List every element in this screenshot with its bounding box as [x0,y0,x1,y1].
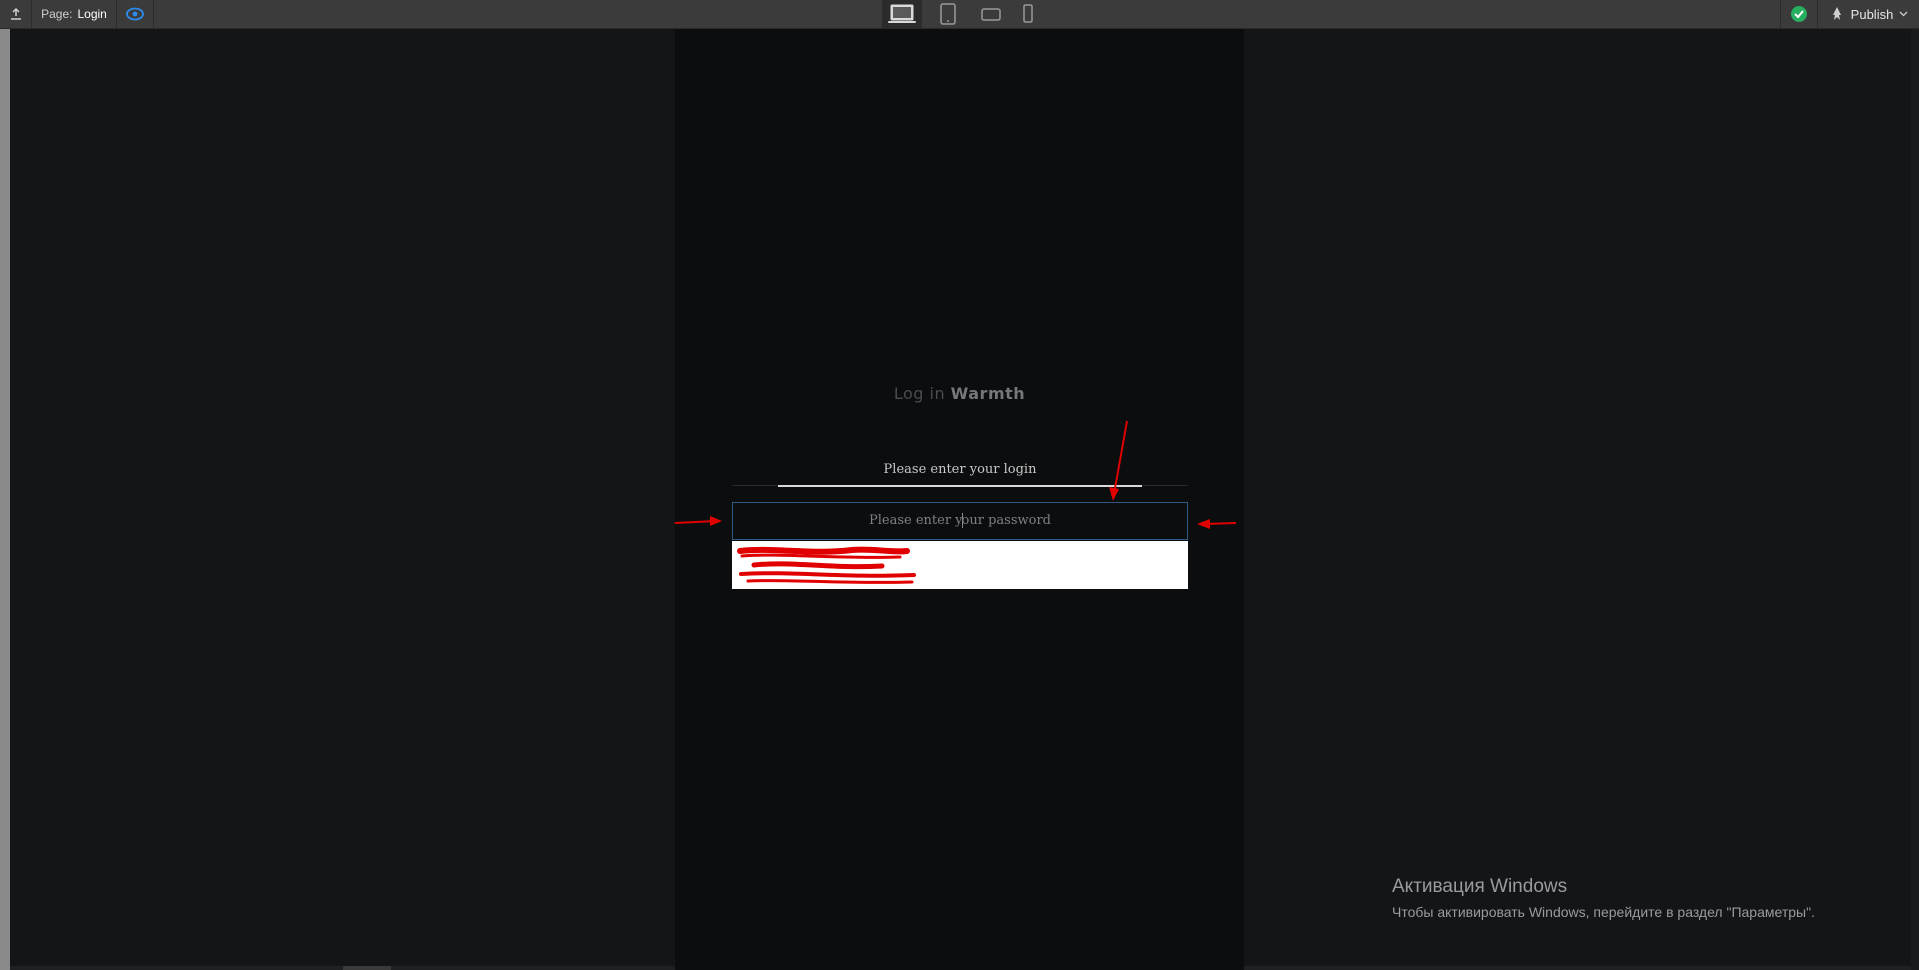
desktop-icon [888,4,916,23]
login-input[interactable]: Please enter your login [732,455,1188,485]
publish-button[interactable]: Publish [1818,0,1919,28]
password-placeholder-end: our password [961,513,1051,528]
login-heading-part1: Log in [893,384,946,403]
password-placeholder-start: Please enter y [869,513,963,528]
publish-label: Publish [1850,6,1894,22]
windows-activation-watermark: Активация Windows Чтобы активировать Win… [1392,876,1815,920]
watermark-subtitle: Чтобы активировать Windows, перейдите в … [1392,904,1815,920]
top-toolbar: Page: Login Publish [0,0,1919,29]
login-heading-part2: Warmth [950,384,1026,403]
password-input[interactable]: Please enter your password [732,502,1188,540]
device-mobile-portrait-button[interactable] [1013,0,1043,28]
rocket-icon [1832,7,1841,20]
mobile-portrait-icon [1023,4,1033,23]
check-circle-icon [1791,6,1807,22]
upload-icon [10,7,21,20]
device-mobile-landscape-button[interactable] [973,0,1009,28]
horizontal-scrollbar-thumb[interactable] [343,966,391,970]
status-indicator[interactable] [1781,0,1817,28]
preview-button[interactable] [117,0,153,28]
mobile-landscape-icon [981,8,1001,21]
device-desktop-button[interactable] [882,0,922,28]
chevron-down-icon [1899,11,1908,17]
tablet-icon [940,3,956,25]
autofill-suggestions-dropdown[interactable] [732,541,1188,589]
eye-icon [126,7,144,21]
page-name: Login [77,7,107,21]
redaction-scribble [737,546,916,584]
login-placeholder: Please enter your login [883,462,1037,477]
page-prefix: Page: [41,7,73,21]
login-heading: Log in Warmth [675,384,1244,403]
left-panel-edge[interactable] [0,29,10,970]
page-selector[interactable]: Page: Login [32,0,116,28]
vertical-scrollbar[interactable] [1911,29,1919,970]
device-tablet-button[interactable] [931,0,965,28]
page-preview-frame: Log in Warmth Please enter your login Pl… [675,29,1244,970]
export-button[interactable] [0,0,31,28]
login-input-underline-active [778,485,1142,487]
watermark-title: Активация Windows [1392,876,1568,897]
